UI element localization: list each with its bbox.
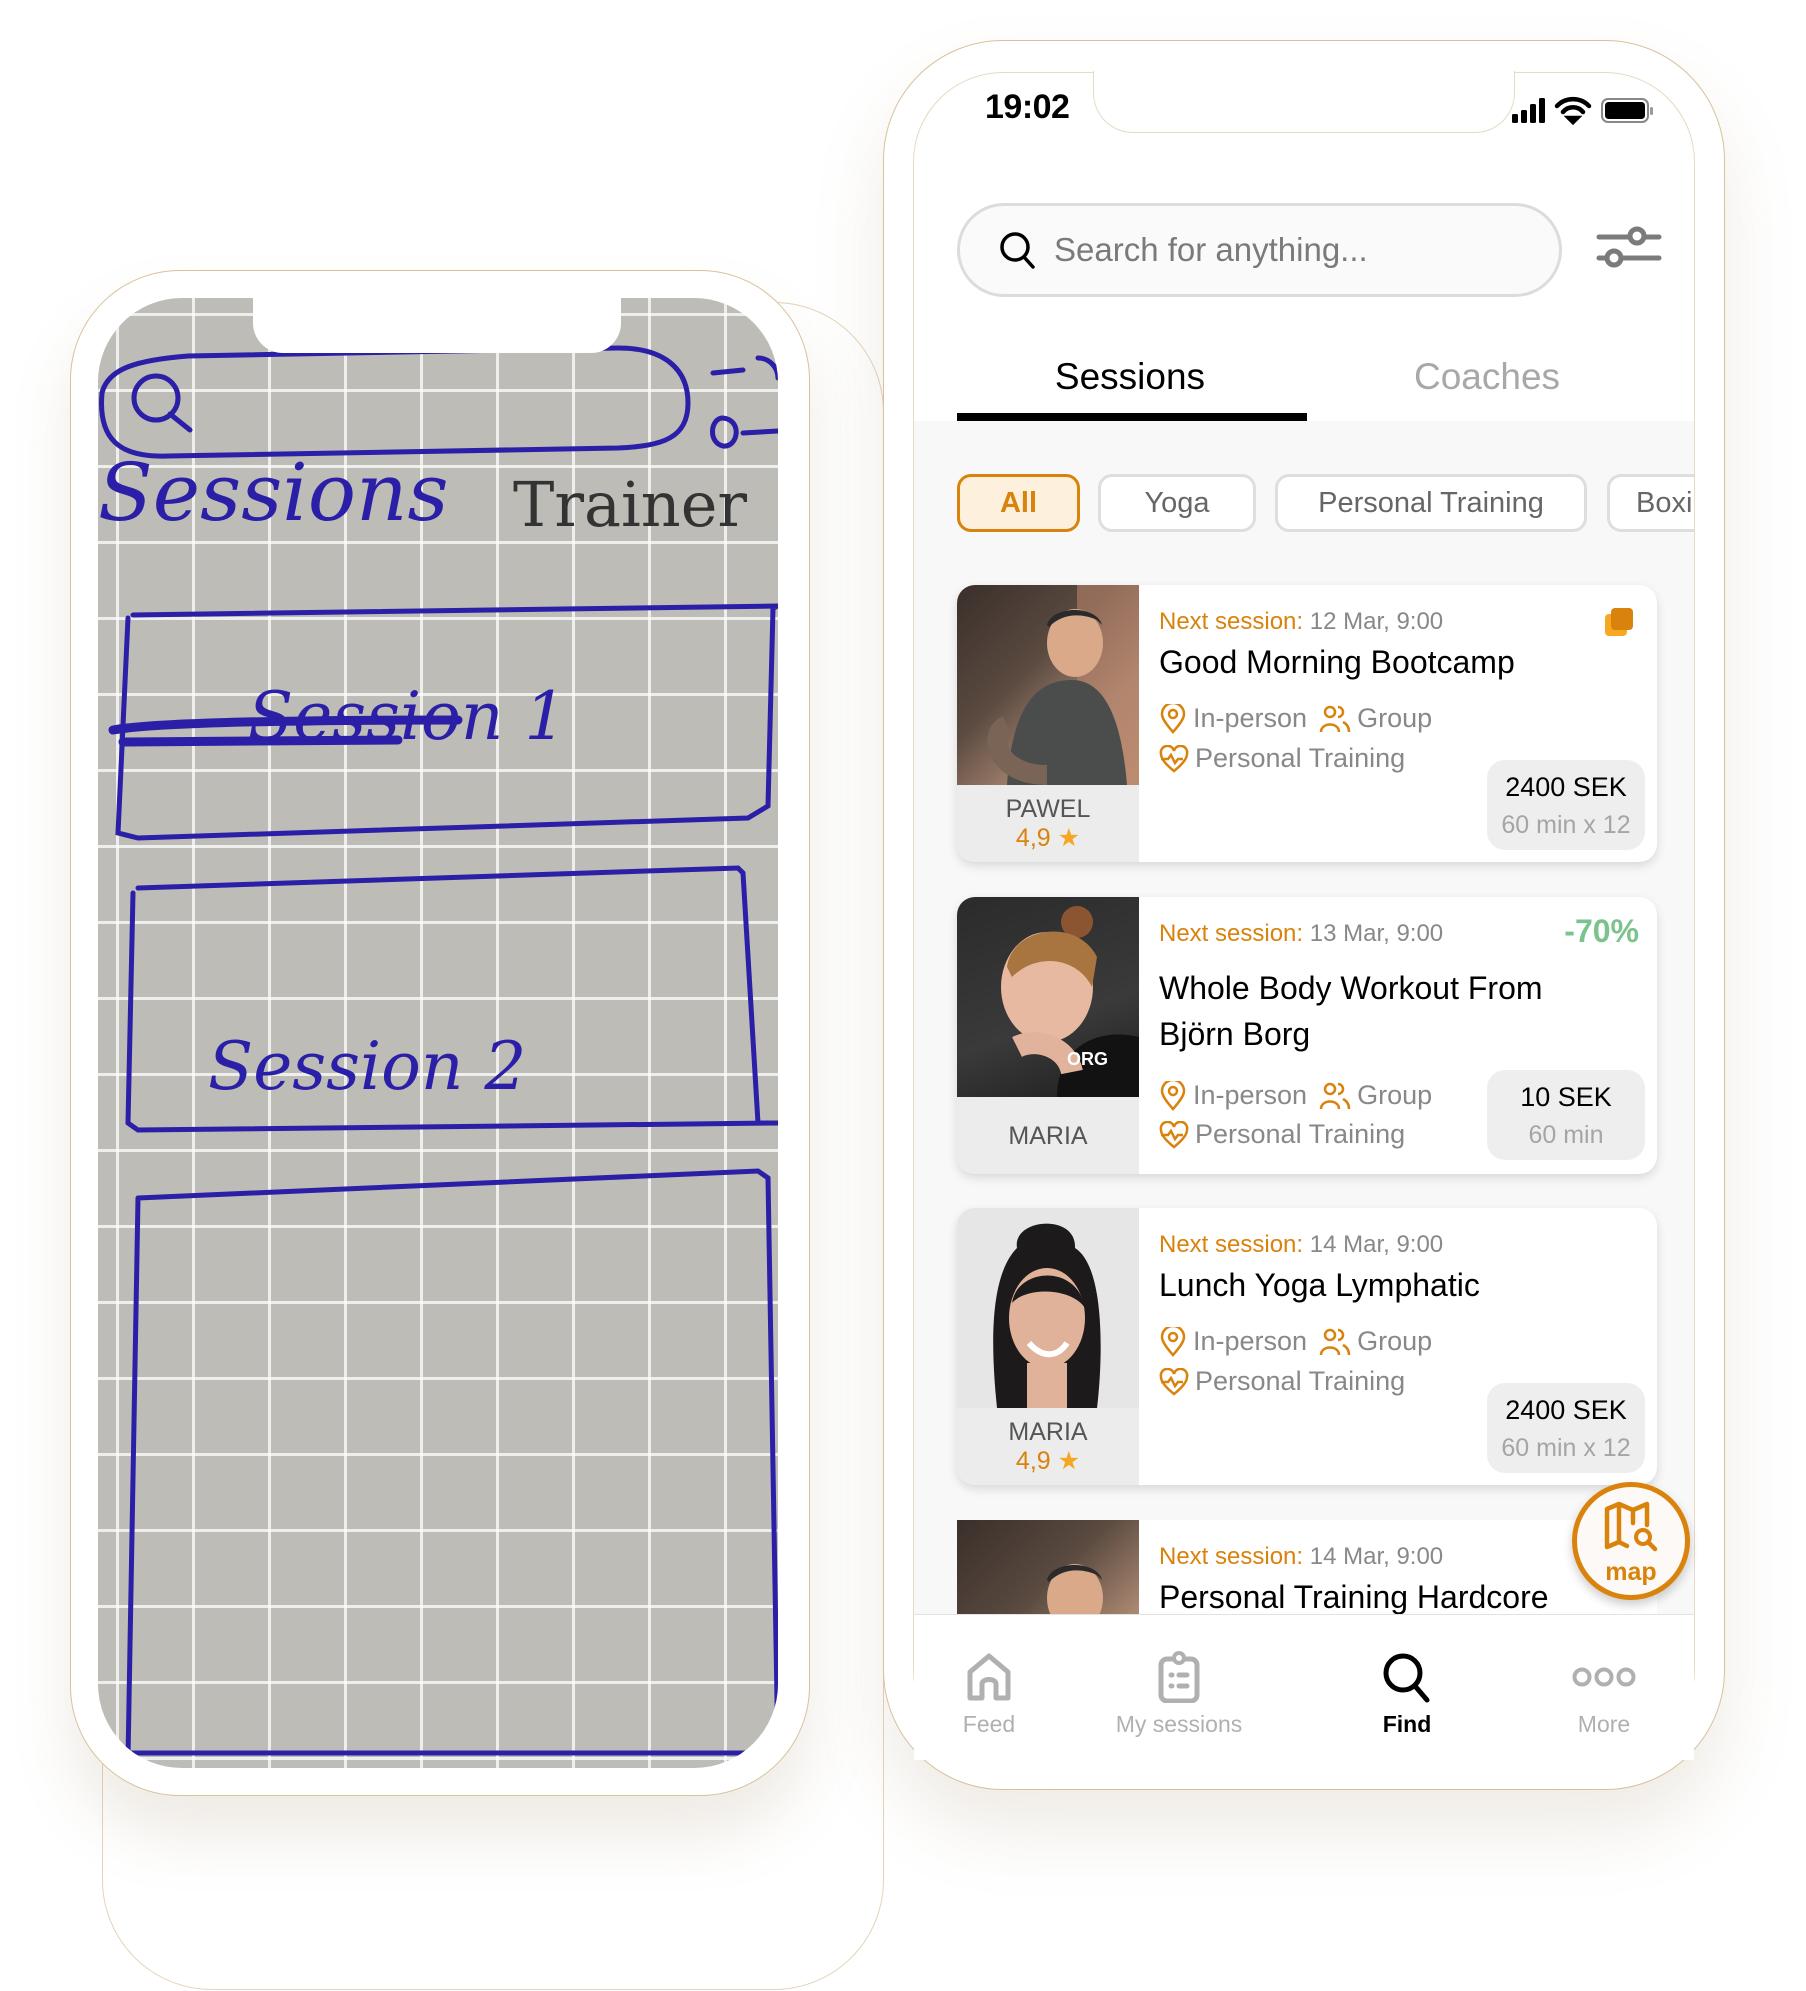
sketch-screen: Sessions Trainer Session 1 Session 2 [98,298,778,1768]
sliders-icon [1596,226,1662,268]
sketch-box-3 [125,1168,778,1761]
session-card[interactable]: MARIA 4,9 ★ Next session: 14 Mar, 9:00 L… [957,1208,1657,1485]
search-icon [1383,1653,1430,1703]
session-category-row: Personal Training [1159,1366,1405,1397]
tabbar-more[interactable]: More [1514,1615,1694,1738]
signal-icon [1512,98,1545,123]
battery-icon [1601,98,1653,123]
tabbar-my-sessions[interactable]: My sessions [1064,1615,1294,1738]
heart-pulse-icon [1159,1367,1189,1396]
session-title: Whole Body Workout From Björn Borg [1159,970,1543,1052]
search-input[interactable] [1052,230,1516,270]
session-title: Good Morning Bootcamp [1159,644,1515,680]
sketch-tab-trainer: Trainer [513,468,748,541]
filter-chip-personal-training[interactable]: Personal Training [1275,474,1587,532]
shirt-logo: ORG [1067,1049,1108,1069]
bottom-tab-bar: Feed My sessions Find More [914,1614,1694,1760]
price-box: 2400 SEK 60 min x 12 [1487,1383,1645,1473]
tabbar-find[interactable]: Find [1307,1615,1507,1738]
session-card[interactable]: PAWEL 4,9 ★ Next session: 12 Mar, 9:00 G… [957,585,1657,862]
sketch-filter-icon [710,355,778,449]
price-duration: 60 min [1528,1121,1604,1149]
coach-rating: 4,9 ★ [1015,824,1081,852]
wifi-icon [1554,96,1592,126]
active-tab-indicator [957,413,1307,421]
session-meta-row: In-person Group [1159,1326,1432,1357]
status-time: 19:02 [985,88,1070,126]
next-session: Next session: 12 Mar, 9:00 [1159,608,1444,635]
sketch-phone-notch [253,298,621,353]
coach-silhouette [987,585,1139,785]
price-amount: 2400 SEK [1505,1395,1627,1425]
stack-icon [1605,608,1633,636]
price-amount: 10 SEK [1520,1082,1612,1112]
price-duration: 60 min x 12 [1501,1434,1631,1462]
session-category-row: Personal Training [1159,1119,1405,1150]
session-card-clip: Next session: 14 Mar, 9:00 Personal Trai… [957,1520,1657,1614]
session-title: Lunch Yoga Lymphatic [1159,1267,1480,1303]
location-pin-icon [1160,1326,1186,1357]
coach-name: MARIA [1008,1122,1088,1150]
coach-silhouette [993,1223,1101,1408]
coach-photo [957,1520,1139,1614]
home-icon [967,1653,1011,1701]
status-icons [1512,96,1662,131]
session-card[interactable]: Next session: 14 Mar, 9:00 Personal Trai… [957,1520,1657,1614]
map-button[interactable]: map [1572,1482,1690,1600]
session-title: Personal Training Hardcore [1159,1579,1549,1614]
map-button-label: map [1605,1558,1657,1586]
session-meta-row: In-person Group [1159,1080,1432,1111]
sketch-tab-sessions: Sessions [98,446,449,539]
session-card[interactable]: ORG MARIA Next session: 13 Mar, 9:00 -70… [957,897,1657,1174]
price-box: 10 SEK 60 min [1487,1070,1645,1160]
coach-name: MARIA [1008,1418,1088,1446]
price-amount: 2400 SEK [1505,772,1627,802]
tab-sessions[interactable]: Sessions [960,356,1300,398]
next-session: Next session: 13 Mar, 9:00 [1159,920,1444,947]
tabbar-feed[interactable]: Feed [914,1615,1064,1738]
star-icon: ★ [1057,824,1081,852]
search-bar[interactable] [957,203,1562,297]
star-icon: ★ [1057,1447,1081,1475]
map-search-icon [1604,1501,1658,1552]
sketch-box-2-label: Session 2 [208,1028,527,1105]
tab-coaches[interactable]: Coaches [1317,356,1657,398]
heart-pulse-icon [1159,1120,1189,1149]
coach-photo: MARIA 4,9 ★ [957,1208,1139,1485]
app-phone-notch [1093,71,1515,133]
coach-rating: 4,9 ★ [1015,1447,1081,1475]
coach-name: PAWEL [1005,795,1091,823]
search-icon [1000,232,1035,269]
group-icon [1319,705,1351,732]
coach-photo: ORG MARIA [957,897,1139,1174]
session-category-row: Personal Training [1159,743,1405,774]
location-pin-icon [1160,703,1186,734]
coach-silhouette [1047,1564,1103,1614]
clipboard-icon [1158,1651,1200,1703]
sketch-box-1-label: Session 1 [248,678,567,755]
filter-button[interactable] [1596,222,1662,272]
next-session: Next session: 14 Mar, 9:00 [1159,1231,1444,1258]
sketch-search-bar [99,345,691,459]
group-icon [1319,1082,1351,1109]
price-duration: 60 min x 12 [1501,811,1631,839]
filter-chip-yoga[interactable]: Yoga [1098,474,1256,532]
price-box: 2400 SEK 60 min x 12 [1487,760,1645,850]
group-icon [1319,1328,1351,1355]
coach-silhouette: ORG [1001,906,1139,1097]
more-icon [1572,1667,1636,1687]
heart-pulse-icon [1159,744,1189,773]
discount-badge: -70% [1564,913,1639,949]
filter-chip-all[interactable]: All [957,474,1080,532]
session-meta-row: In-person Group [1159,703,1432,734]
coach-photo: PAWEL 4,9 ★ [957,585,1139,862]
next-session: Next session: 14 Mar, 9:00 [1159,1543,1444,1570]
location-pin-icon [1160,1080,1186,1111]
